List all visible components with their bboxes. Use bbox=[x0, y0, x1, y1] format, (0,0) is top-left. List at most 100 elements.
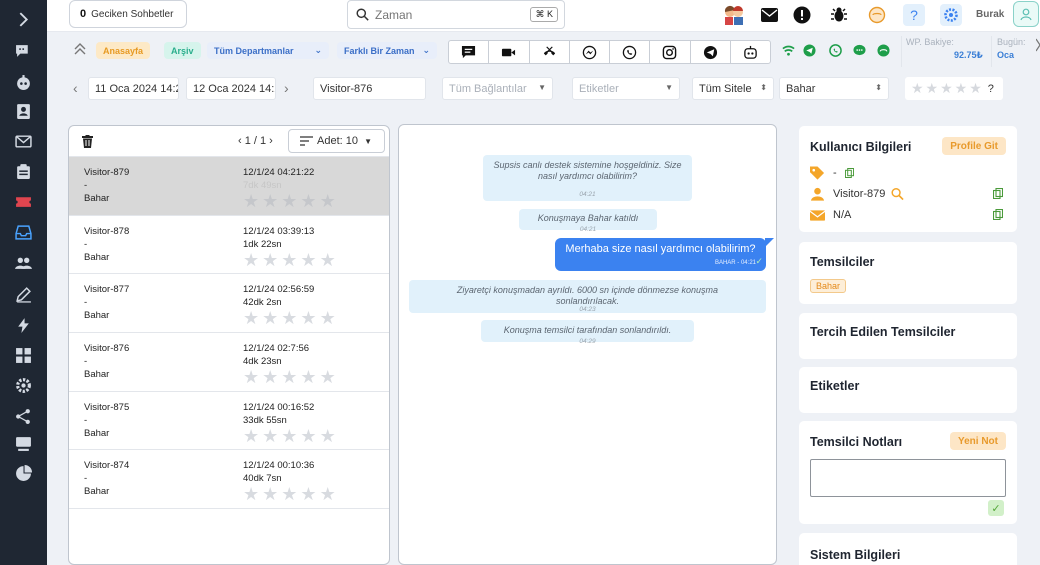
system-info-title[interactable]: Sistem Bilgileri bbox=[810, 548, 900, 562]
envelope-icon[interactable] bbox=[758, 4, 780, 26]
chat-rating-stars[interactable]: ★ ★ ★ ★ ★ bbox=[243, 309, 336, 327]
preferred-agents-title[interactable]: Tercih Edilen Temsilciler bbox=[810, 325, 955, 339]
monitor-icon[interactable] bbox=[10, 432, 36, 454]
channel-chat-button[interactable] bbox=[449, 41, 490, 63]
expand-sidebar-icon[interactable] bbox=[10, 8, 36, 30]
star-icon[interactable]: ★ bbox=[262, 368, 278, 386]
chat-rating-stars[interactable]: ★ ★ ★ ★ ★ bbox=[243, 251, 336, 269]
settings-icon[interactable] bbox=[940, 4, 962, 26]
clipboard-icon[interactable] bbox=[10, 160, 36, 182]
channel-whatsapp-button[interactable] bbox=[610, 41, 651, 63]
star-icon[interactable]: ★ bbox=[262, 427, 278, 445]
user-avatar[interactable] bbox=[1013, 1, 1039, 27]
share-nodes-icon[interactable] bbox=[10, 405, 36, 427]
chat-list-item[interactable]: Visitor-874- Bahar 12/1/24 00:10:36 40dk 7s… bbox=[69, 450, 389, 510]
chat-list-item[interactable]: Visitor-879 - Bahar 12/1/24 04:21:22 7dk 49s… bbox=[69, 157, 389, 216]
bot-face-icon[interactable] bbox=[10, 71, 36, 93]
star-icon[interactable]: ★ bbox=[281, 427, 297, 445]
chat-list-item[interactable]: Visitor-875- Bahar 12/1/24 00:16:52 33dk 55… bbox=[69, 392, 389, 451]
sites-select[interactable]: Tüm Sitele ⬍ bbox=[692, 77, 774, 100]
late-chats-button[interactable]: 0 Geciken Sohbetler bbox=[69, 0, 187, 28]
star-icon[interactable]: ★ bbox=[320, 427, 336, 445]
star-icon[interactable]: ★ bbox=[300, 192, 316, 210]
star-icon[interactable]: ★ bbox=[262, 251, 278, 269]
star-icon[interactable]: ★ bbox=[243, 427, 259, 445]
user-name[interactable]: Burak bbox=[976, 9, 1004, 20]
support-chat-icon[interactable] bbox=[866, 4, 888, 26]
copy-name-icon[interactable] bbox=[993, 188, 1003, 199]
alert-icon[interactable] bbox=[791, 4, 813, 26]
star-icon[interactable]: ★ bbox=[243, 309, 259, 327]
next-date-arrow-icon[interactable]: › bbox=[284, 80, 289, 96]
star-icon[interactable]: ★ bbox=[300, 309, 316, 327]
tags-select[interactable]: Etiketler ▼ bbox=[572, 77, 680, 100]
agents-avatar-icon[interactable] bbox=[723, 4, 745, 26]
settings-gear-icon[interactable] bbox=[10, 374, 36, 396]
users-icon[interactable] bbox=[10, 252, 36, 274]
channel-video-button[interactable] bbox=[489, 41, 530, 63]
chat-rating-stars[interactable]: ★ ★ ★ ★ ★ bbox=[243, 192, 336, 210]
chat-list-item[interactable]: Visitor-876- Bahar 12/1/24 02:7:56 4dk 23sn… bbox=[69, 333, 389, 392]
pagination[interactable]: ‹ 1 / 1 › bbox=[238, 135, 273, 147]
help-icon[interactable]: ? bbox=[903, 4, 925, 26]
agent-tag[interactable]: Bahar bbox=[810, 279, 847, 293]
prev-date-arrow-icon[interactable]: ‹ bbox=[73, 80, 78, 96]
star-icon[interactable]: ★ bbox=[281, 192, 297, 210]
star-icon[interactable]: ★ bbox=[300, 251, 316, 269]
trash-icon[interactable] bbox=[82, 135, 93, 148]
star-icon[interactable]: ★ bbox=[300, 427, 316, 445]
agent-select[interactable]: Bahar ⬍ bbox=[779, 77, 889, 100]
star-icon[interactable]: ★ bbox=[320, 309, 336, 327]
note-textarea[interactable] bbox=[810, 459, 1006, 497]
edit-pen-icon[interactable] bbox=[10, 283, 36, 305]
chat-rating-stars[interactable]: ★ ★ ★ ★ ★ bbox=[243, 368, 336, 386]
search-box[interactable]: ⌘ K bbox=[347, 0, 565, 29]
star-icon[interactable]: ★ bbox=[243, 251, 259, 269]
save-note-check-icon[interactable]: ✓ bbox=[988, 500, 1004, 516]
profile-button[interactable]: Profile Git bbox=[942, 137, 1006, 155]
channel-bot-button[interactable] bbox=[731, 41, 770, 63]
date-from-input[interactable]: 11 Oca 2024 14:2 bbox=[88, 77, 179, 100]
overflow-chevron-icon[interactable] bbox=[1036, 38, 1040, 52]
ticket-icon[interactable] bbox=[10, 190, 36, 212]
star-icon[interactable]: ★ bbox=[262, 192, 278, 210]
channel-messenger-button[interactable] bbox=[570, 41, 610, 63]
star-icon[interactable]: ★ bbox=[281, 251, 297, 269]
search-user-icon[interactable] bbox=[891, 187, 905, 201]
star-icon[interactable]: ★ bbox=[320, 368, 336, 386]
star-icon[interactable]: ★ bbox=[243, 485, 259, 503]
rating-stars-icon[interactable]: ★★★★★ bbox=[911, 80, 984, 97]
star-icon[interactable]: ★ bbox=[281, 485, 297, 503]
pie-chart-icon[interactable] bbox=[10, 462, 36, 484]
time-select[interactable]: Farklı Bir Zaman ⌄ bbox=[337, 42, 437, 59]
connections-select[interactable]: Tüm Bağlantılar ▼ bbox=[442, 77, 553, 100]
copy-icon[interactable] bbox=[844, 166, 854, 180]
archive-chip[interactable]: Arşiv bbox=[164, 42, 201, 59]
star-icon[interactable]: ★ bbox=[320, 251, 336, 269]
lightning-icon[interactable] bbox=[10, 314, 36, 336]
contacts-icon[interactable] bbox=[10, 100, 36, 122]
star-icon[interactable]: ★ bbox=[243, 368, 259, 386]
star-icon[interactable]: ★ bbox=[281, 309, 297, 327]
mail-icon[interactable] bbox=[10, 130, 36, 152]
channel-telegram-button[interactable] bbox=[691, 41, 731, 63]
grid-apps-icon[interactable] bbox=[10, 344, 36, 366]
star-icon[interactable]: ★ bbox=[300, 368, 316, 386]
new-note-button[interactable]: Yeni Not bbox=[949, 432, 1006, 450]
tags-title[interactable]: Etiketler bbox=[810, 379, 859, 393]
channel-phone-button[interactable] bbox=[530, 41, 570, 63]
star-icon[interactable]: ★ bbox=[262, 485, 278, 503]
star-icon[interactable]: ★ bbox=[300, 485, 316, 503]
star-icon[interactable]: ★ bbox=[320, 192, 336, 210]
page-size-select[interactable]: Adet: 10 ▼ bbox=[288, 129, 385, 153]
star-icon[interactable]: ★ bbox=[243, 192, 259, 210]
search-input[interactable] bbox=[375, 7, 525, 22]
star-icon[interactable]: ★ bbox=[281, 368, 297, 386]
rating-filter[interactable]: ★★★★★ ? bbox=[905, 77, 1003, 100]
rating-help[interactable]: ? bbox=[988, 83, 994, 95]
chat-rating-stars[interactable]: ★ ★ ★ ★ ★ bbox=[243, 485, 336, 503]
chat-rating-stars[interactable]: ★ ★ ★ ★ ★ bbox=[243, 427, 336, 445]
visitor-filter-input[interactable]: Visitor-876 bbox=[313, 77, 426, 100]
department-select[interactable]: Tüm Departmanlar ⌄ bbox=[207, 42, 329, 59]
bug-icon[interactable] bbox=[828, 4, 850, 26]
